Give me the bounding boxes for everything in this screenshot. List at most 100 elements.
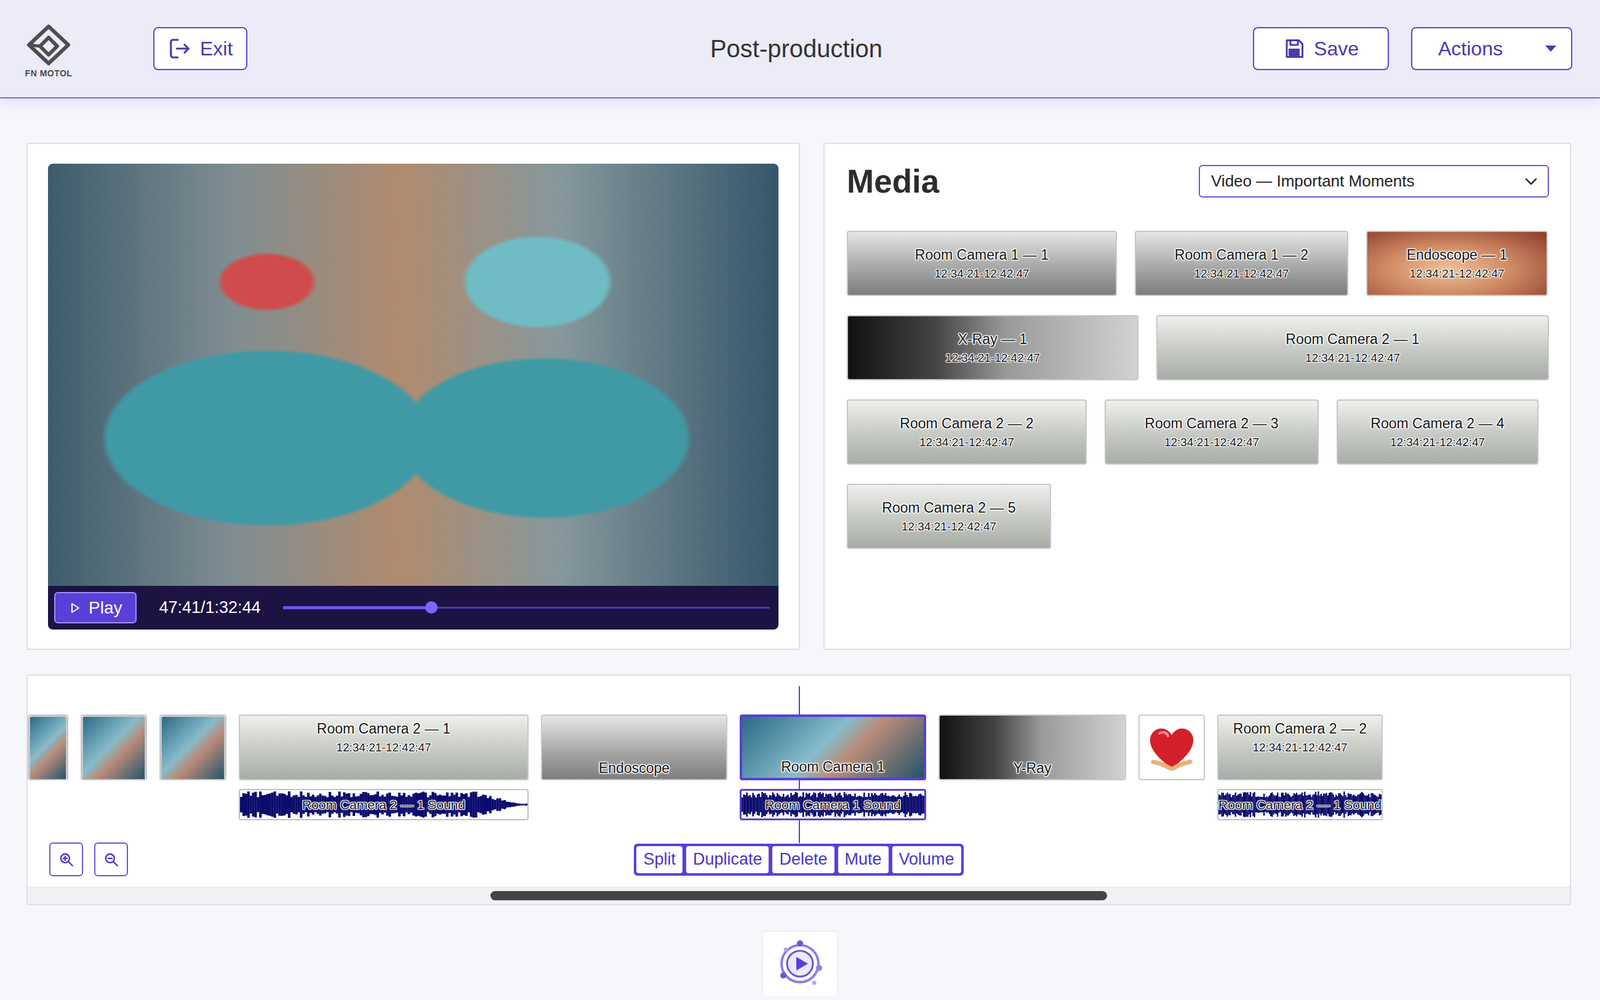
media-item[interactable]: Room Camera 2 — 412:34:21-12:42:47 (1336, 399, 1539, 465)
header-right: Save Actions (882, 27, 1573, 71)
timeline-panel: Room Camera 2 — 112:34:21-12:42:47Room C… (26, 674, 1572, 906)
clip-content: Endoscope (542, 715, 727, 780)
media-item-label: Room Camera 2 — 2 (899, 415, 1034, 432)
timeline-tools: SplitDuplicateDeleteMuteVolume (27, 842, 1570, 877)
progress-fill (283, 606, 432, 610)
media-item[interactable]: Room Camera 2 — 512:34:21-12:42:47 (846, 483, 1052, 549)
play-logo-icon (773, 937, 827, 991)
toolbar-button[interactable]: Split (636, 846, 683, 874)
play-button[interactable]: Play (54, 592, 137, 624)
timeline-clip[interactable]: Room Camera 1 (739, 714, 927, 781)
timeline-scrollbar[interactable] (27, 886, 1570, 904)
media-item[interactable]: Room Camera 2 — 1 12:34:21-12:42:47 (1156, 315, 1549, 381)
media-item-label: Room Camera 2 — 5 (881, 499, 1016, 517)
media-item-label: X-Ray — 1 (958, 331, 1028, 348)
media-item[interactable]: X-Ray — 1 12:34:21-12:42:47 (846, 315, 1139, 381)
scrollbar-thumb[interactable] (490, 891, 1108, 901)
media-item-label: Room Camera 2 — 1 (1285, 331, 1420, 348)
toolbar-button[interactable]: Volume (892, 846, 962, 874)
exit-button[interactable]: Exit (153, 27, 248, 71)
zoom-out-icon (103, 851, 120, 868)
timeline-clip[interactable] (27, 714, 69, 781)
toolbar-button[interactable]: Duplicate (686, 846, 770, 874)
timeline-clip[interactable]: Y-Ray (938, 714, 1127, 781)
media-item[interactable]: Room Camera 2 — 2 12:34:21-12:42:47 (846, 399, 1087, 465)
actions-button[interactable]: Actions (1411, 27, 1573, 71)
media-item-time: 12:34:21-12:42:47 (945, 351, 1040, 365)
media-item-time: 12:34:21-12:42:47 (919, 435, 1015, 450)
scrollbar-offset (27, 895, 491, 896)
zoom-in-icon (58, 851, 75, 868)
actions-label: Actions (1438, 37, 1503, 61)
play-icon (70, 602, 80, 614)
save-label: Save (1313, 37, 1359, 61)
audio-clip[interactable]: Room Camera 2 — 1 Sound (1217, 788, 1383, 821)
toolbar-button[interactable]: Mute (838, 846, 889, 874)
toolbar-button[interactable]: Delete (772, 846, 834, 874)
player-controls: Play 47:41/1:32:44 (48, 585, 779, 630)
media-item-label: Room Camera 1 — 1 (915, 246, 1049, 264)
logo-text: FN MOTOL (25, 68, 73, 79)
exit-label: Exit (200, 37, 233, 61)
timeline-clip[interactable]: Room Camera 2 — 212:34:21-12:42:47 (1217, 714, 1383, 781)
media-item-time: 12:34:21-12:42:47 (1409, 267, 1504, 281)
clip-content (1139, 715, 1204, 780)
bottom-bar (0, 931, 1600, 996)
save-button[interactable]: Save (1252, 27, 1389, 71)
clip-toolbar: SplitDuplicateDeleteMuteVolume (633, 843, 964, 876)
chevron-down-icon (1524, 177, 1538, 186)
media-row: Room Camera 1 — 112:34:21-12:42:47Room C… (846, 230, 1549, 296)
clip-time: 12:34:21-12:42:47 (1252, 740, 1348, 755)
top-bar: FN MOTOL Exit Post-production Save Actions (0, 0, 1600, 99)
audio-clip[interactable]: Room Camera 2 — 1 Sound (238, 788, 529, 821)
zoom-in-button[interactable] (49, 842, 84, 877)
audio-clip-label: Room Camera 1 Sound (764, 797, 901, 813)
page-title: Post-production (710, 35, 883, 63)
media-filter-value: Video — Important Moments (1211, 171, 1415, 191)
media-item-time: 12:34:21-12:42:47 (1390, 435, 1485, 450)
clip-label: Room Camera 1 (780, 758, 885, 776)
media-item[interactable]: Endoscope — 1 12:34:21-12:42:47 (1366, 230, 1548, 296)
logo-icon (24, 24, 74, 68)
clip-label: Endoscope (598, 760, 670, 777)
timeline-clip[interactable] (80, 714, 148, 781)
playback-time: 47:41/1:32:44 (158, 598, 261, 618)
clip-content (28, 715, 68, 781)
clip-content (81, 715, 146, 781)
media-panel: MediaVideo — Important MomentsRoom Camer… (823, 142, 1572, 650)
timeline-clip[interactable] (159, 714, 227, 781)
audio-clip-label: Room Camera 2 — 1 Sound (302, 797, 466, 813)
workspace: Play 47:41/1:32:44 MediaVideo — Important … (26, 142, 1572, 650)
media-item-time: 12:34:21-12:42:47 (934, 267, 1029, 281)
clip-content: Room Camera 2 — 212:34:21-12:42:47 (1218, 715, 1382, 780)
media-item-time: 12:34:21-12:42:47 (1193, 267, 1289, 281)
timeline-clip[interactable] (1138, 714, 1205, 781)
zoom-out-button[interactable] (94, 842, 128, 877)
media-item[interactable]: Room Camera 1 — 1 12:34:21-12:42:47 (846, 230, 1117, 296)
logo[interactable]: FN MOTOL (20, 24, 77, 79)
media-filter-dropdown[interactable]: Video — Important Moments (1198, 164, 1549, 198)
app-launcher[interactable] (761, 931, 839, 996)
media-item[interactable]: Room Camera 1 — 212:34:21-12:42:47 (1134, 230, 1349, 296)
heart-icon (1147, 724, 1197, 771)
audio-clip[interactable]: Room Camera 1 Sound (739, 788, 927, 821)
caret-down-icon (1544, 44, 1558, 53)
clip-label: Room Camera 2 — 1 (316, 720, 451, 738)
progress-slider[interactable] (283, 600, 770, 616)
media-item-time: 12:34:21-12:42:47 (1305, 351, 1400, 365)
timeline-clip[interactable]: Room Camera 2 — 112:34:21-12:42:47 (238, 714, 529, 781)
progress-track[interactable] (283, 606, 770, 609)
media-row: Room Camera 2 — 512:34:21-12:42:47 (846, 483, 1549, 549)
media-row: X-Ray — 112:34:21-12:42:47Room Camera 2 … (846, 315, 1549, 381)
audio-clip-label: Room Camera 2 — 1 Sound (1218, 797, 1382, 813)
media-item[interactable]: Room Camera 2 — 312:34:21-12:42:47 (1104, 399, 1319, 465)
zoom-controls (27, 842, 634, 877)
media-item-label: Endoscope — 1 (1406, 246, 1508, 264)
timeline-clip[interactable]: Endoscope (540, 714, 728, 781)
player-panel: Play 47:41/1:32:44 (26, 142, 800, 650)
timeline-track: Room Camera 2 — 112:34:21-12:42:47Room C… (27, 714, 1570, 821)
play-label: Play (88, 598, 122, 618)
progress-knob[interactable] (425, 601, 438, 614)
clip-content: Y-Ray (939, 715, 1125, 780)
clip-content: Room Camera 2 — 112:34:21-12:42:47 (240, 715, 528, 780)
